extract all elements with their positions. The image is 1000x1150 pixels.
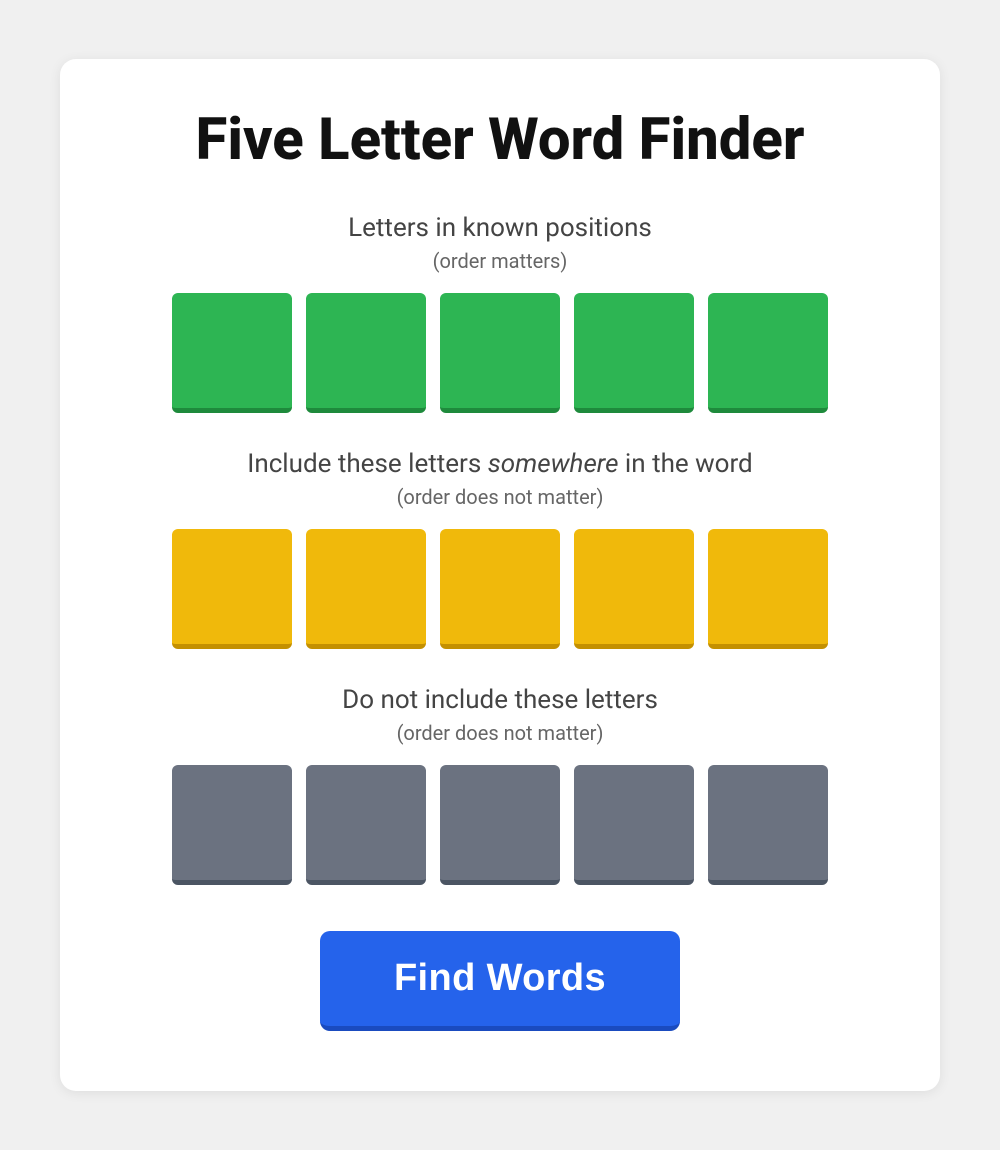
known-tile-3[interactable] <box>440 293 560 413</box>
include-letters-tiles-row <box>172 529 828 649</box>
exclude-letters-subtitle: (order does not matter) <box>397 721 604 745</box>
include-title-plain: Include these letters <box>247 449 487 479</box>
exclude-letters-tiles-row <box>172 765 828 885</box>
known-positions-title: Letters in known positions <box>348 213 652 243</box>
exclude-letters-title: Do not include these letters <box>342 685 658 715</box>
page-title: Five Letter Word Finder <box>196 109 805 173</box>
include-letters-title: Include these letters somewhere in the w… <box>247 449 752 479</box>
exclude-tile-5[interactable] <box>708 765 828 885</box>
known-positions-tiles-row <box>172 293 828 413</box>
exclude-tile-3[interactable] <box>440 765 560 885</box>
known-positions-subtitle: (order matters) <box>433 249 568 273</box>
include-tile-3[interactable] <box>440 529 560 649</box>
include-tile-4[interactable] <box>574 529 694 649</box>
find-words-button[interactable]: Find Words <box>320 931 680 1031</box>
known-tile-5[interactable] <box>708 293 828 413</box>
exclude-tile-1[interactable] <box>172 765 292 885</box>
exclude-letters-section: Do not include these letters (order does… <box>120 685 880 885</box>
include-title-italic: somewhere <box>488 449 619 479</box>
known-tile-1[interactable] <box>172 293 292 413</box>
include-tile-2[interactable] <box>306 529 426 649</box>
include-tile-1[interactable] <box>172 529 292 649</box>
known-tile-4[interactable] <box>574 293 694 413</box>
exclude-tile-2[interactable] <box>306 765 426 885</box>
include-title-end: in the word <box>618 449 752 479</box>
include-tile-5[interactable] <box>708 529 828 649</box>
known-tile-2[interactable] <box>306 293 426 413</box>
include-letters-subtitle: (order does not matter) <box>397 485 604 509</box>
main-card: Five Letter Word Finder Letters in known… <box>60 59 940 1091</box>
exclude-tile-4[interactable] <box>574 765 694 885</box>
include-letters-section: Include these letters somewhere in the w… <box>120 449 880 649</box>
known-positions-section: Letters in known positions (order matter… <box>120 213 880 413</box>
